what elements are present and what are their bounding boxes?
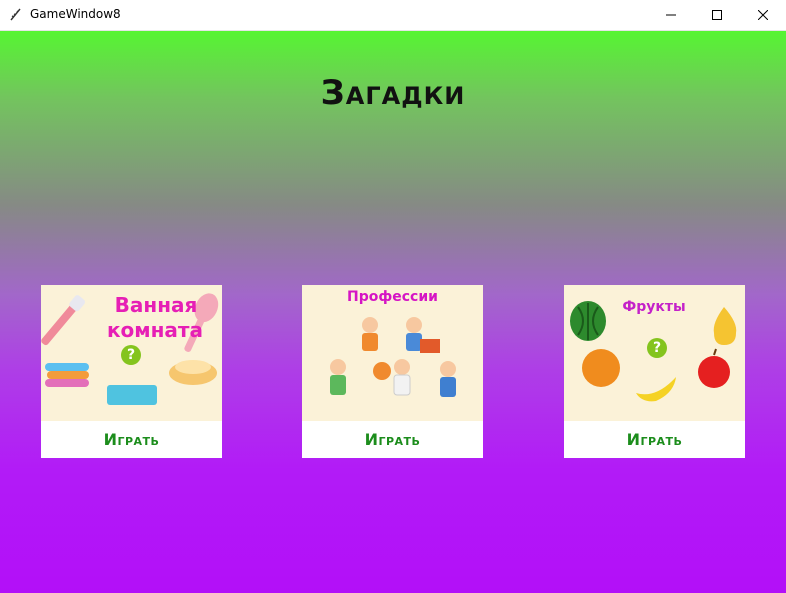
- minimize-button[interactable]: [648, 0, 694, 30]
- question-mark-icon: ?: [647, 338, 667, 358]
- professions-picture[interactable]: Профессии: [302, 285, 483, 421]
- game-area: Загадки Ванная комната ? Играть Професси…: [0, 31, 786, 593]
- fruits-picture[interactable]: Фрукты ?: [564, 285, 745, 421]
- maximize-button[interactable]: [694, 0, 740, 30]
- card-fruits[interactable]: Фрукты ? Играть: [564, 285, 745, 458]
- feather-icon: [10, 8, 21, 21]
- card-label: Профессии: [347, 289, 438, 305]
- page-title: Загадки: [320, 73, 466, 113]
- close-button[interactable]: [740, 0, 786, 30]
- maximize-icon: [712, 10, 722, 20]
- minimize-icon: [666, 14, 676, 16]
- card-label: Фрукты: [622, 299, 686, 315]
- play-button-fruits[interactable]: Играть: [564, 421, 745, 458]
- card-professions[interactable]: Профессии Играть: [302, 285, 483, 458]
- play-button-bathroom[interactable]: Играть: [41, 421, 222, 458]
- card-label-line2: комната: [106, 318, 204, 342]
- window-title: GameWindow8: [30, 7, 121, 21]
- professions-illustration: [330, 317, 456, 397]
- card-bathroom[interactable]: Ванная комната ? Играть: [41, 285, 222, 458]
- question-mark-icon: ?: [121, 345, 141, 365]
- bathroom-picture[interactable]: Ванная комната ?: [41, 285, 222, 421]
- play-button-professions[interactable]: Играть: [302, 421, 483, 458]
- card-label-line1: Ванная: [114, 293, 198, 317]
- close-icon: [758, 10, 768, 20]
- window-titlebar[interactable]: GameWindow8: [0, 0, 786, 31]
